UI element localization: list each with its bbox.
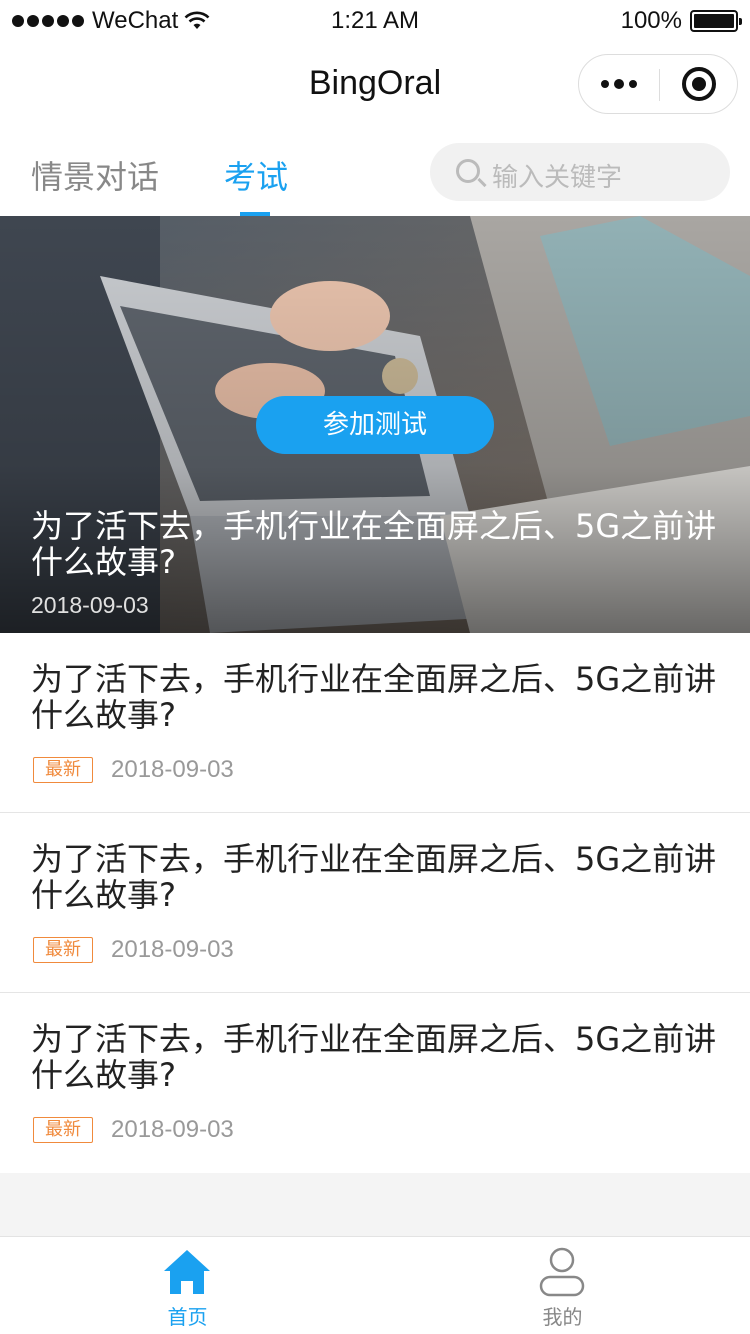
join-test-button[interactable]: 参加测试 — [256, 396, 494, 454]
article-title: 为了活下去，手机行业在全面屏之后、5G之前讲什么故事? — [31, 1020, 717, 1094]
battery-percent: 100% — [620, 7, 682, 34]
new-badge: 最新 — [33, 757, 93, 783]
new-badge: 最新 — [33, 937, 93, 963]
home-icon — [164, 1250, 210, 1294]
article-title: 为了活下去，手机行业在全面屏之后、5G之前讲什么故事? — [31, 660, 717, 734]
list-item[interactable]: 为了活下去，手机行业在全面屏之后、5G之前讲什么故事? 最新 2018-09-0… — [0, 993, 750, 1173]
banner-date: 2018-09-03 — [31, 592, 149, 618]
list-item[interactable]: 为了活下去，手机行业在全面屏之后、5G之前讲什么故事? 最新 2018-09-0… — [0, 813, 750, 993]
new-badge: 最新 — [33, 1117, 93, 1143]
tabbar-home-label: 首页 — [167, 1305, 208, 1329]
article-date: 2018-09-03 — [111, 756, 234, 783]
navigation-bar: BingOral — [0, 40, 750, 130]
tab-row: 情景对话 考试 输入关键字 — [0, 130, 750, 216]
search-input[interactable]: 输入关键字 — [430, 143, 730, 201]
mini-program-capsule — [578, 54, 738, 114]
list-item[interactable]: 为了活下去，手机行业在全面屏之后、5G之前讲什么故事? 最新 2018-09-0… — [0, 633, 750, 813]
tabbar-mine[interactable]: 我的 — [375, 1237, 750, 1334]
capsule-divider — [659, 69, 660, 101]
article-date: 2018-09-03 — [111, 936, 234, 963]
banner[interactable]: 参加测试 为了活下去，手机行业在全面屏之后、5G之前讲什么故事? 2018-09… — [0, 216, 750, 633]
bottom-tab-bar: 首页 我的 — [0, 1236, 750, 1334]
more-dots-icon[interactable] — [579, 55, 659, 113]
article-title: 为了活下去，手机行业在全面屏之后、5G之前讲什么故事? — [31, 840, 717, 914]
battery-icon — [690, 10, 742, 32]
tab-scenario-dialog[interactable]: 情景对话 — [31, 152, 159, 198]
status-bar: WeChat 1:21 AM 100% — [0, 0, 750, 40]
user-icon — [539, 1247, 585, 1297]
tabbar-mine-label: 我的 — [542, 1305, 583, 1329]
tab-exam[interactable]: 考试 — [224, 152, 288, 198]
tabbar-home[interactable]: 首页 — [0, 1237, 375, 1334]
status-right: 100% — [620, 7, 742, 35]
search-placeholder: 输入关键字 — [492, 163, 623, 193]
search-icon — [456, 159, 480, 183]
article-date: 2018-09-03 — [111, 1116, 234, 1143]
banner-title[interactable]: 为了活下去，手机行业在全面屏之后、5G之前讲什么故事? — [31, 508, 721, 580]
target-circle-icon[interactable] — [682, 67, 716, 101]
article-list: 为了活下去，手机行业在全面屏之后、5G之前讲什么故事? 最新 2018-09-0… — [0, 633, 750, 1173]
